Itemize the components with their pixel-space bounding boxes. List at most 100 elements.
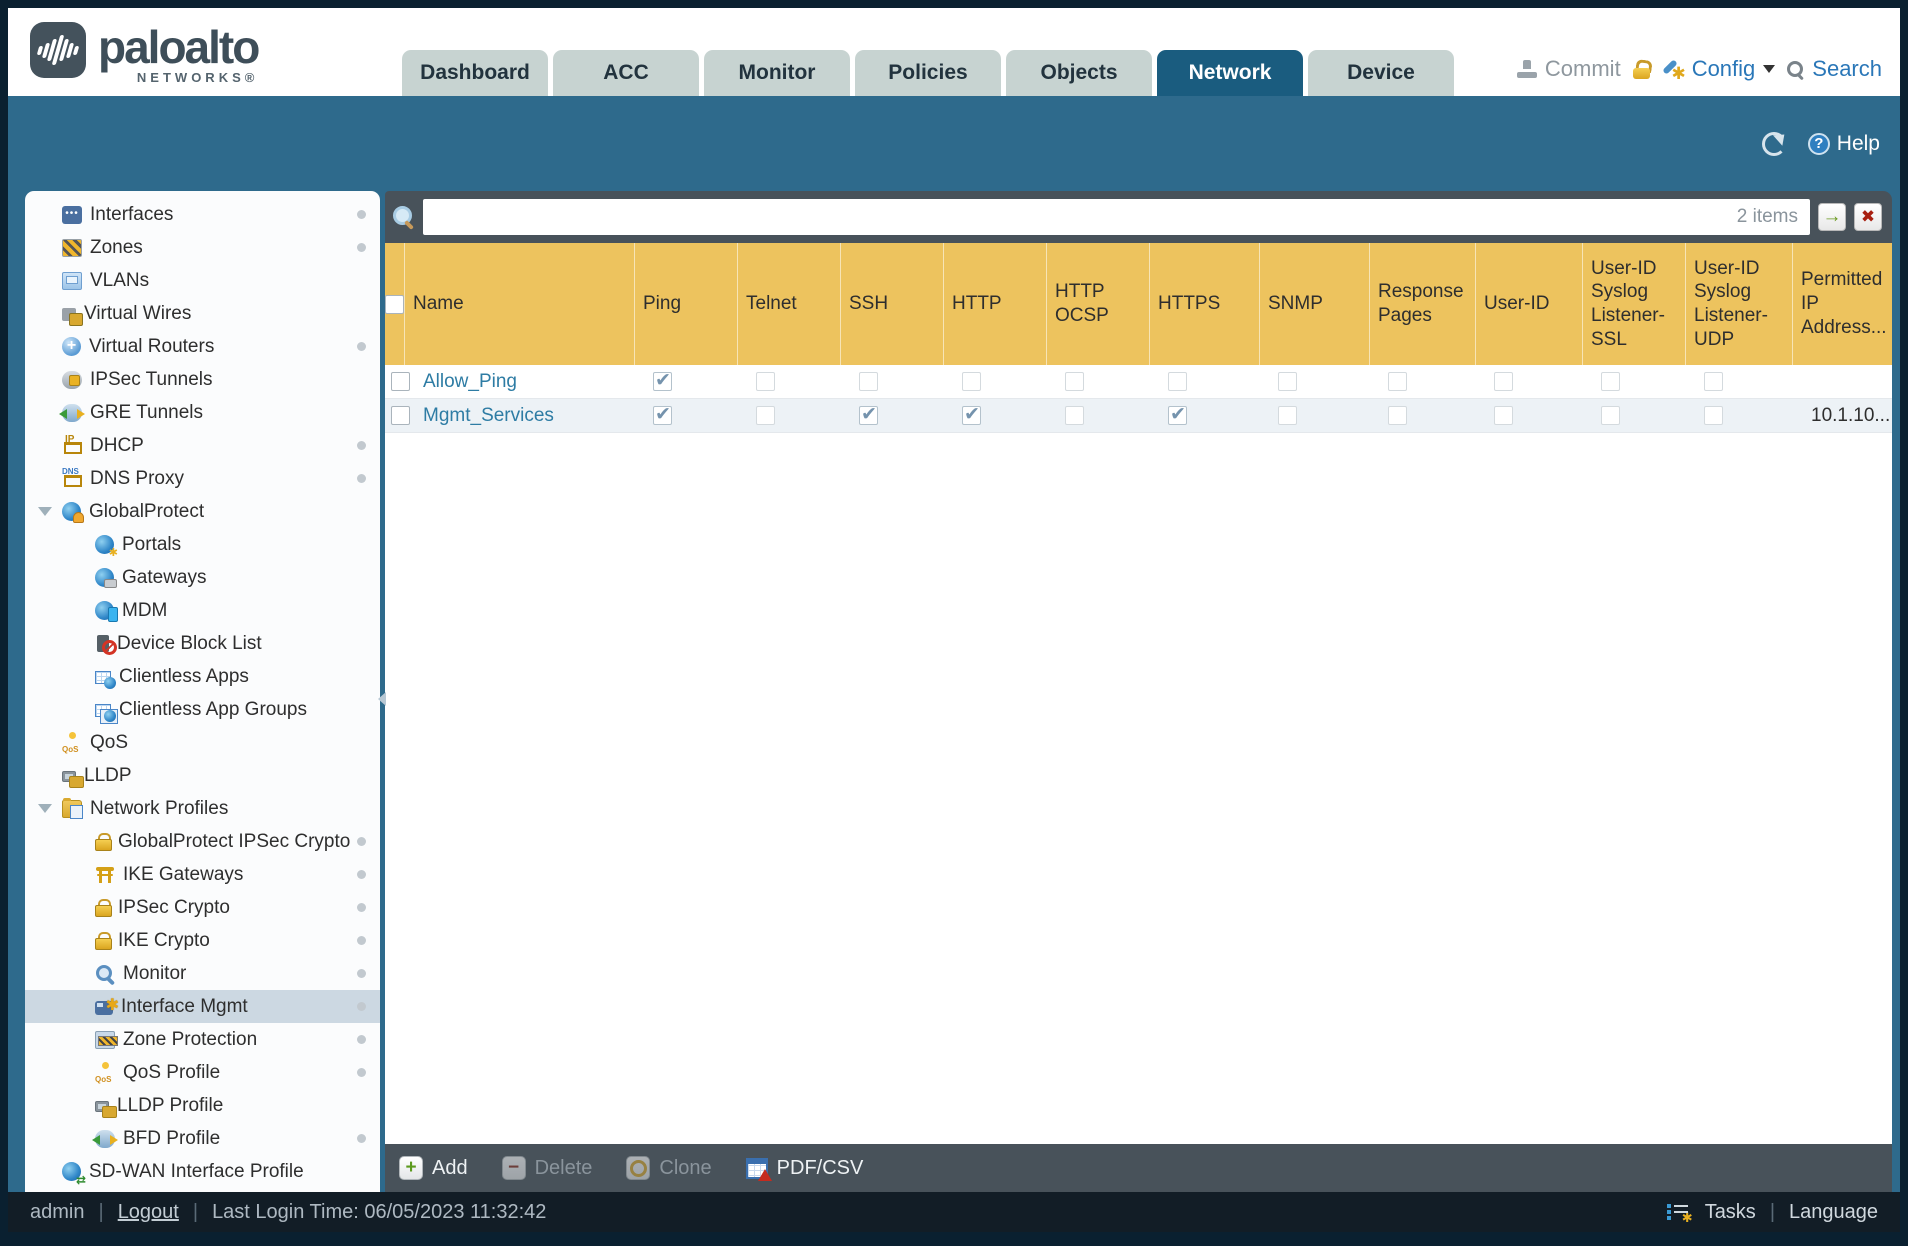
user_id-checkbox[interactable] — [1494, 406, 1513, 425]
snmp-checkbox[interactable] — [1278, 372, 1297, 391]
tab-acc[interactable]: ACC — [553, 50, 699, 96]
sidebar-item-bfd-profile[interactable]: BFD Profile — [25, 1122, 380, 1155]
sidebar-item-gateways[interactable]: Gateways — [25, 561, 380, 594]
sidebar-item-label: Zone Protection — [123, 1028, 258, 1050]
profile-name-link[interactable]: Mgmt_Services — [423, 405, 554, 427]
sidebar-item-ike-gateways[interactable]: IKE Gateways — [25, 858, 380, 891]
user_id-checkbox[interactable] — [1494, 372, 1513, 391]
sidebar-item-lldp[interactable]: LLDP — [25, 759, 380, 792]
ping-checkbox[interactable] — [653, 403, 672, 426]
table-row[interactable]: Mgmt_Services 10.1.10... — [385, 399, 1892, 433]
tasks-button[interactable]: Tasks — [1705, 1201, 1756, 1224]
sidebar-item-dhcp[interactable]: DHCP — [25, 429, 380, 462]
https-checkbox[interactable] — [1168, 372, 1187, 391]
expander-icon[interactable] — [38, 804, 62, 813]
sidebar-item-ipsec-crypto[interactable]: IPSec Crypto — [25, 891, 380, 924]
https-checkbox[interactable] — [1168, 403, 1187, 426]
language-button[interactable]: Language — [1789, 1201, 1878, 1224]
help-button[interactable]: ? Help — [1807, 132, 1880, 156]
refresh-icon[interactable] — [1761, 131, 1786, 156]
cell-ping — [645, 399, 748, 432]
http_ocsp-checkbox[interactable] — [1065, 372, 1084, 391]
row-select-checkbox[interactable] — [390, 372, 410, 391]
column-header-uid_syslog_udp[interactable]: User-ID Syslog Listener-UDP — [1686, 243, 1793, 365]
sidebar-item-virtual-wires[interactable]: Virtual Wires — [25, 297, 380, 330]
ssh-checkbox[interactable] — [859, 403, 878, 426]
telnet-checkbox[interactable] — [756, 406, 775, 425]
uid_syslog_ssl-checkbox[interactable] — [1601, 372, 1620, 391]
ping-checkbox[interactable] — [653, 369, 672, 392]
select-all-checkbox[interactable] — [385, 294, 404, 314]
http-checkbox[interactable] — [962, 372, 981, 391]
status-dot — [357, 1134, 366, 1143]
sidebar-item-interfaces[interactable]: Interfaces — [25, 198, 380, 231]
column-header-snmp[interactable]: SNMP — [1260, 243, 1370, 365]
sidebar-item-device-block-list[interactable]: Device Block List — [25, 627, 380, 660]
column-header-ssh[interactable]: SSH — [841, 243, 944, 365]
sidebar-item-interface-mgmt[interactable]: Interface Mgmt — [25, 990, 380, 1023]
sidebar-collapse-handle[interactable] — [378, 191, 386, 1192]
http_ocsp-checkbox[interactable] — [1065, 406, 1084, 425]
logout-link[interactable]: Logout — [118, 1201, 179, 1224]
sidebar-item-dns-proxy[interactable]: DNS Proxy — [25, 462, 380, 495]
column-header-user_id[interactable]: User-ID — [1476, 243, 1583, 365]
tab-dashboard[interactable]: Dashboard — [402, 50, 548, 96]
telnet-checkbox[interactable] — [756, 372, 775, 391]
row-select-checkbox[interactable] — [390, 406, 410, 425]
column-header-http[interactable]: HTTP — [944, 243, 1047, 365]
column-header-ping[interactable]: Ping — [635, 243, 738, 365]
uid_syslog_udp-checkbox[interactable] — [1704, 406, 1723, 425]
response_pages-checkbox[interactable] — [1388, 406, 1407, 425]
column-header-name[interactable]: Name — [405, 243, 635, 365]
filter-search-input[interactable] — [423, 199, 1810, 235]
expander-icon[interactable] — [38, 507, 62, 516]
column-header-telnet[interactable]: Telnet — [738, 243, 841, 365]
sidebar-item-portals[interactable]: Portals — [25, 528, 380, 561]
tab-policies[interactable]: Policies — [855, 50, 1001, 96]
sidebar-item-clientless-apps[interactable]: Clientless Apps — [25, 660, 380, 693]
sidebar-item-lldp-profile[interactable]: LLDP Profile — [25, 1089, 380, 1122]
tab-device[interactable]: Device — [1308, 50, 1454, 96]
commit-button[interactable]: Commit — [1516, 56, 1621, 82]
column-header-response_pages[interactable]: Response Pages — [1370, 243, 1476, 365]
sidebar-item-qos[interactable]: QoS — [25, 726, 380, 759]
response_pages-checkbox[interactable] — [1388, 372, 1407, 391]
sidebar-item-qos-profile[interactable]: QoS Profile — [25, 1056, 380, 1089]
sidebar-item-gre-tunnels[interactable]: GRE Tunnels — [25, 396, 380, 429]
apply-filter-button[interactable]: → — [1818, 203, 1846, 231]
lock-icon[interactable] — [1632, 60, 1650, 79]
profile-name-link[interactable]: Allow_Ping — [423, 371, 517, 393]
ssh-checkbox[interactable] — [859, 372, 878, 391]
status-dot — [357, 342, 366, 351]
uid_syslog_udp-checkbox[interactable] — [1704, 372, 1723, 391]
search-button[interactable]: Search — [1787, 56, 1882, 82]
sidebar-item-ike-crypto[interactable]: IKE Crypto — [25, 924, 380, 957]
column-header-uid_syslog_ssl[interactable]: User-ID Syslog Listener-SSL — [1583, 243, 1686, 365]
snmp-checkbox[interactable] — [1278, 406, 1297, 425]
add-button[interactable]: + Add — [399, 1156, 468, 1180]
sidebar-item-virtual-routers[interactable]: Virtual Routers — [25, 330, 380, 363]
tab-objects[interactable]: Objects — [1006, 50, 1152, 96]
uid_syslog_ssl-checkbox[interactable] — [1601, 406, 1620, 425]
http-checkbox[interactable] — [962, 403, 981, 426]
column-header-http_ocsp[interactable]: HTTP OCSP — [1047, 243, 1150, 365]
tab-network[interactable]: Network — [1157, 50, 1303, 96]
sidebar-item-network-profiles[interactable]: Network Profiles — [25, 792, 380, 825]
sidebar-item-ipsec-tunnels[interactable]: IPSec Tunnels — [25, 363, 380, 396]
sidebar-item-clientless-app-groups[interactable]: Clientless App Groups — [25, 693, 380, 726]
sidebar-item-monitor-profile[interactable]: Monitor — [25, 957, 380, 990]
column-header-https[interactable]: HTTPS — [1150, 243, 1260, 365]
pdfcsv-button[interactable]: PDF/CSV — [745, 1157, 863, 1181]
sidebar-item-zone-protection[interactable]: Zone Protection — [25, 1023, 380, 1056]
sidebar-item-vlans[interactable]: VLANs — [25, 264, 380, 297]
table-row[interactable]: Allow_Ping — [385, 365, 1892, 399]
sidebar-item-mdm[interactable]: MDM — [25, 594, 380, 627]
sidebar-item-sdwan-interface-profile[interactable]: SD-WAN Interface Profile — [25, 1155, 380, 1188]
clear-filter-button[interactable]: ✖ — [1854, 203, 1882, 231]
column-header-permitted_ip[interactable]: Permitted IP Address... — [1793, 243, 1892, 365]
sidebar-item-globalprotect-ipsec-crypto[interactable]: GlobalProtect IPSec Crypto — [25, 825, 380, 858]
sidebar-item-zones[interactable]: Zones — [25, 231, 380, 264]
config-button[interactable]: Config — [1662, 56, 1776, 84]
tab-monitor[interactable]: Monitor — [704, 50, 850, 96]
sidebar-item-globalprotect[interactable]: GlobalProtect — [25, 495, 380, 528]
